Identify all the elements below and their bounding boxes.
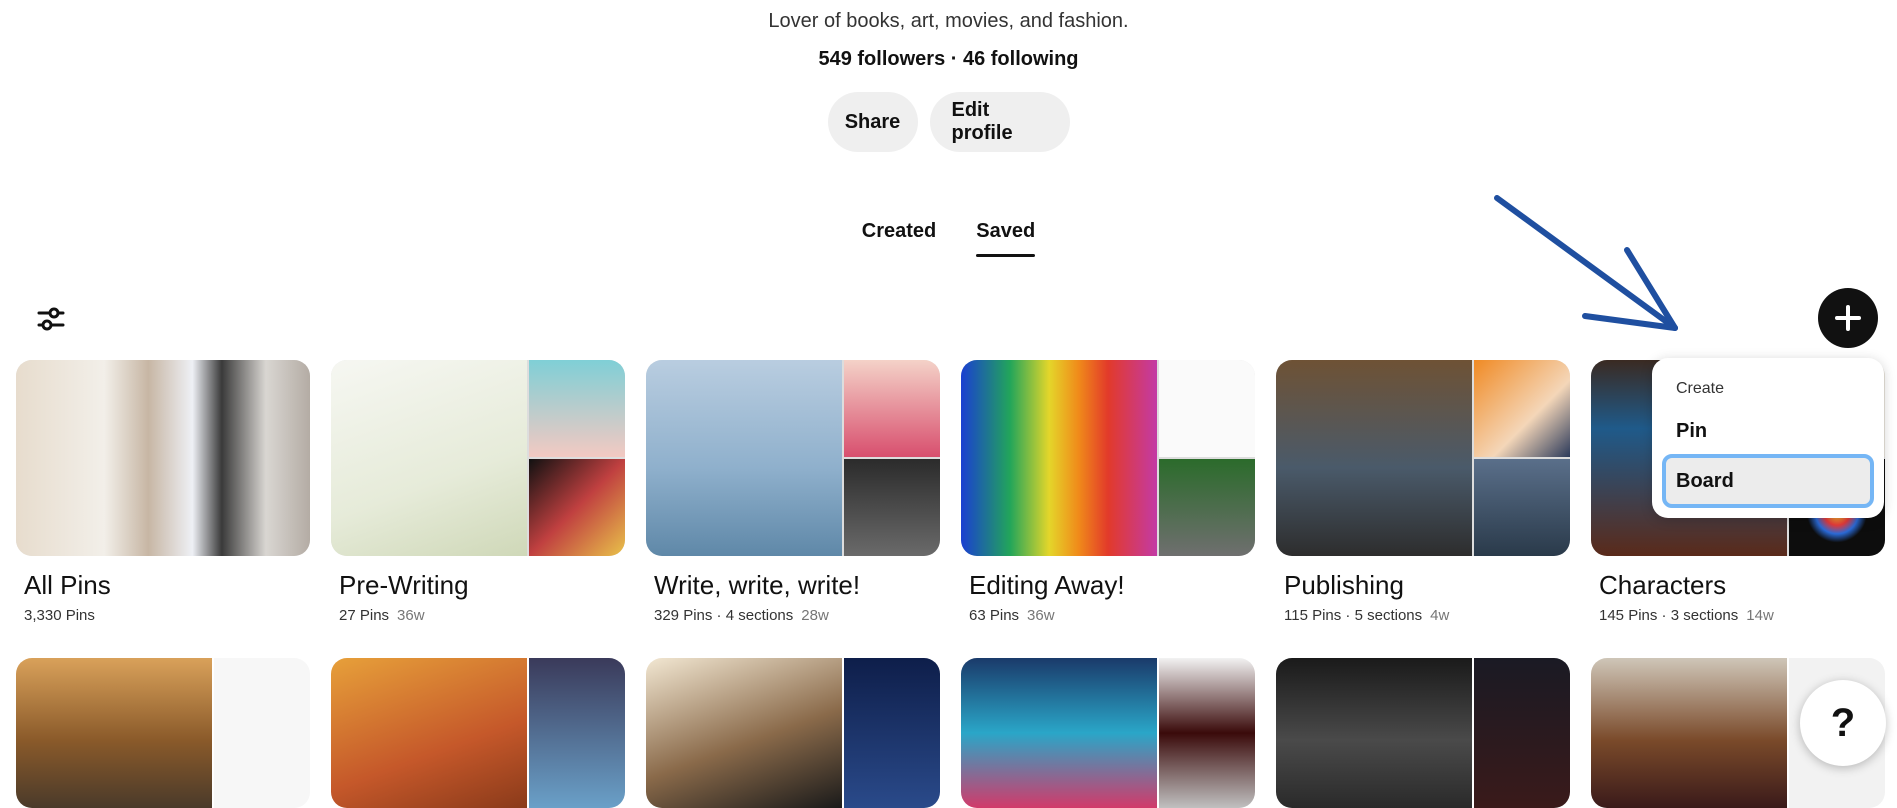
cover-image (1276, 360, 1472, 556)
board-meta: 145 Pins · 3 sections 14w (1599, 607, 1774, 624)
board-cover[interactable] (646, 658, 940, 808)
cover-image (1474, 658, 1570, 808)
board-cover[interactable] (16, 658, 310, 808)
annotation-arrow-icon (1494, 195, 1678, 331)
board-meta: 63 Pins 36w (961, 607, 1255, 624)
board-cover[interactable] (16, 360, 310, 556)
board-age: 36w (397, 607, 425, 624)
board-title: Characters (1599, 570, 1727, 600)
board-title: Pre-Writing (339, 570, 469, 600)
board-card[interactable]: Editing Away! 63 Pins 36w (961, 360, 1255, 624)
board-meta: 27 Pins 36w (331, 607, 625, 624)
cover-image (16, 658, 212, 808)
cover-image (1276, 658, 1472, 808)
board-meta: 329 Pins · 4 sections 28w (654, 607, 829, 624)
cover-image (1159, 459, 1255, 556)
board-card[interactable]: All Pins 3,330 Pins (16, 360, 310, 624)
board-card[interactable]: Publishing 115 Pins · 5 sections 4w (1276, 360, 1570, 624)
board-title: Editing Away! (969, 570, 1125, 600)
cover-image (331, 360, 527, 556)
pin-count: 27 Pins (339, 607, 390, 624)
cover-image (1591, 658, 1787, 808)
profile-actions: Share Edit profile (0, 92, 1897, 152)
board-title: Write, write, write! (654, 570, 861, 600)
board-age: 28w (801, 607, 829, 624)
pin-count: 63 Pins (969, 607, 1020, 624)
board-cover[interactable] (961, 658, 1255, 808)
cover-image (844, 658, 940, 808)
pin-count: 115 Pins (1284, 607, 1342, 624)
board-age: 4w (1430, 607, 1450, 624)
pin-count: 145 Pins (1599, 607, 1658, 624)
cover-image (529, 658, 625, 808)
cover-image (1159, 658, 1255, 808)
section-count: 4 sections (725, 607, 794, 624)
cover-image (214, 658, 310, 808)
pin-count: 329 Pins (654, 607, 713, 624)
board-meta: 115 Pins · 5 sections 4w (1284, 607, 1450, 624)
board-cover[interactable] (646, 360, 940, 556)
cover-image (844, 360, 940, 457)
board-age: 36w (1027, 607, 1055, 624)
board-cover[interactable] (961, 360, 1255, 556)
cover-image (646, 658, 842, 808)
cover-image (529, 459, 625, 556)
cover-image (1159, 360, 1255, 457)
board-title: All Pins (24, 570, 111, 600)
help-button[interactable]: ? (1800, 680, 1886, 766)
cover-image (529, 360, 625, 457)
cover-image (844, 459, 940, 556)
board-card[interactable]: Write, write, write! 329 Pins · 4 sectio… (646, 360, 940, 624)
section-count: 5 sections (1354, 607, 1423, 624)
cover-image (961, 658, 1157, 808)
cover-image (331, 658, 527, 808)
cover-image (961, 360, 1157, 556)
profile-bio: Lover of books, art, movies, and fashion… (768, 10, 1129, 32)
board-age: 14w (1746, 607, 1774, 624)
create-menu-heading: Create (1676, 380, 1725, 397)
share-button[interactable]: Share (827, 92, 918, 152)
board-title: Publishing (1284, 570, 1404, 600)
board-cover[interactable] (1276, 360, 1570, 556)
edit-profile-button[interactable]: Edit profile (929, 92, 1070, 152)
cover-image (1474, 360, 1570, 457)
plus-icon (1835, 305, 1861, 331)
section-count: 3 sections (1670, 607, 1739, 624)
pin-count: 3,330 Pins (24, 607, 95, 624)
cover-image (646, 360, 842, 556)
create-board-option[interactable]: Board (1662, 454, 1874, 508)
tab-saved[interactable]: Saved (976, 220, 1035, 257)
board-card[interactable]: Pre-Writing 27 Pins 36w (331, 360, 625, 624)
follower-stats[interactable]: 549 followers · 46 following (0, 48, 1897, 71)
create-button[interactable] (1818, 288, 1878, 348)
cover-image (1474, 459, 1570, 556)
board-cover[interactable] (331, 658, 625, 808)
create-pin-option[interactable]: Pin (1676, 420, 1707, 443)
cover-image (16, 360, 310, 556)
sliders-icon[interactable] (36, 304, 66, 334)
create-menu: Create Pin Board (1652, 358, 1884, 518)
tab-created[interactable]: Created (862, 220, 936, 257)
board-meta: 3,330 Pins (16, 607, 310, 624)
board-cover[interactable] (1276, 658, 1570, 808)
board-cover[interactable] (331, 360, 625, 556)
